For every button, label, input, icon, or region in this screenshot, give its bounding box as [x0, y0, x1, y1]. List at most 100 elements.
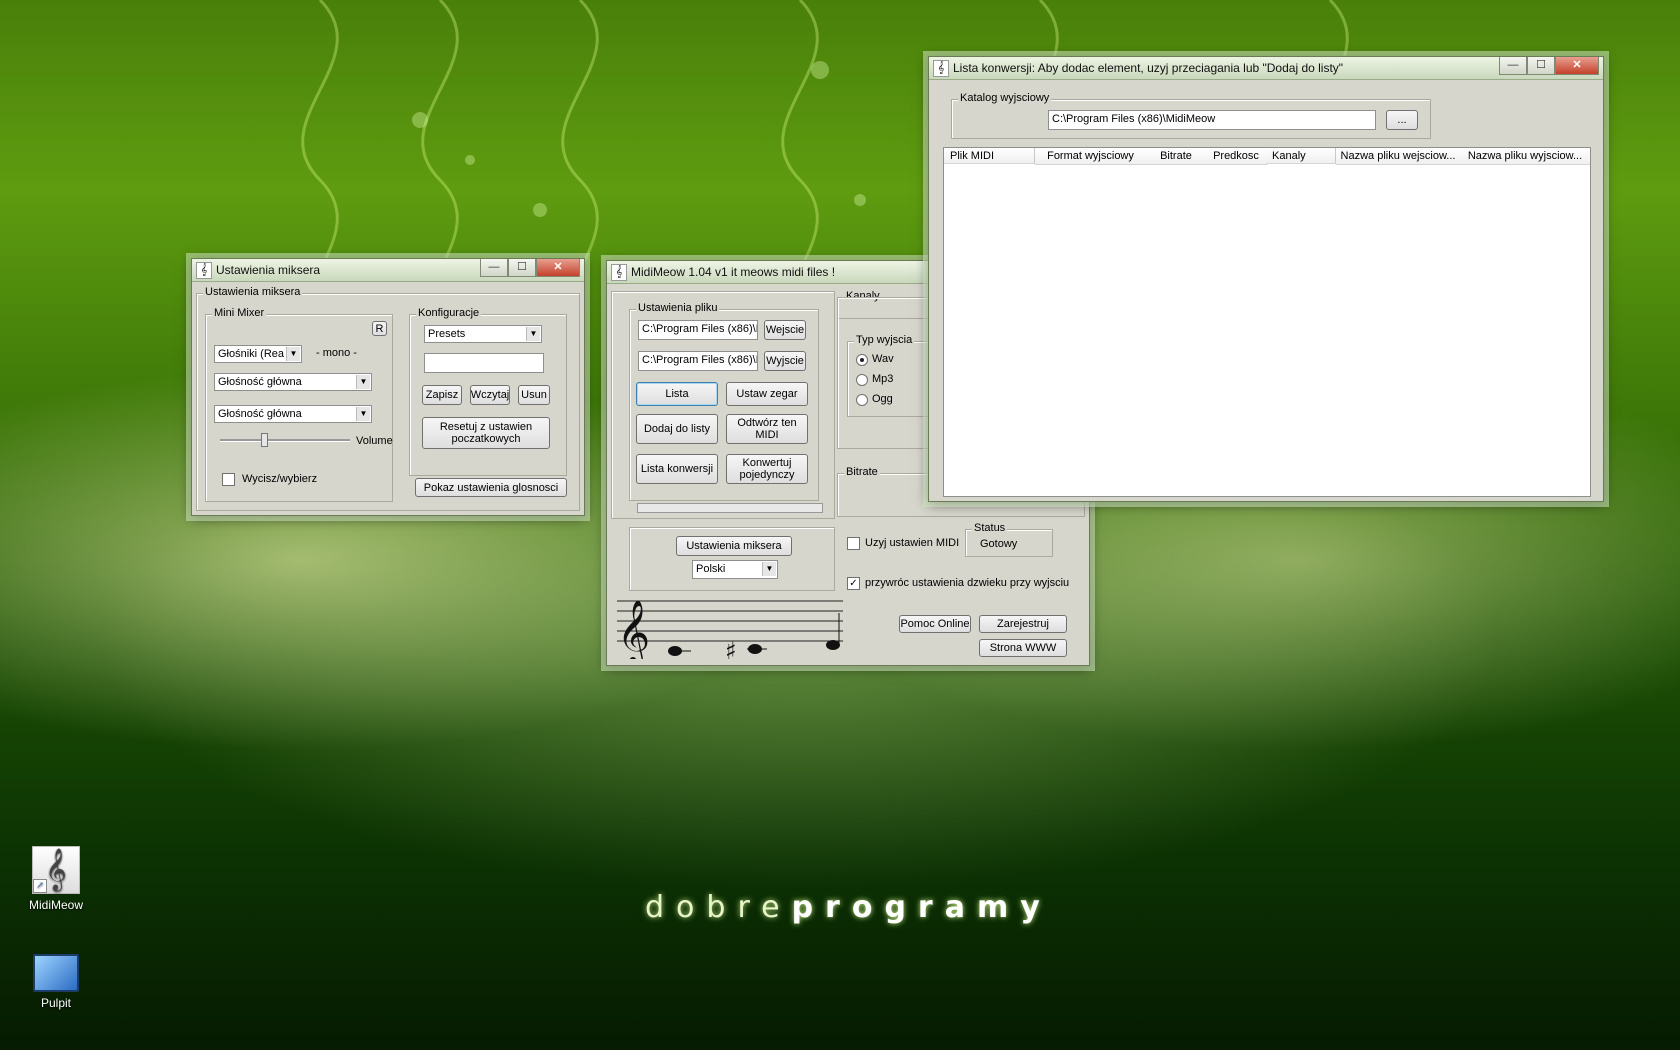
group-label: Mini Mixer: [212, 307, 267, 319]
group-label: Typ wyjscia: [854, 334, 915, 346]
slider-thumb[interactable]: [261, 433, 268, 447]
column-header[interactable]: Kanaly: [1266, 148, 1336, 164]
chevron-down-icon: ▼: [356, 407, 370, 421]
device-value: Głośniki (Rea: [218, 348, 285, 360]
website-button[interactable]: Strona WWW: [979, 639, 1067, 657]
chevron-down-icon: ▼: [762, 562, 776, 576]
mp3-radio[interactable]: [856, 374, 868, 386]
list-button[interactable]: Lista: [636, 382, 718, 406]
progress-bar: [637, 503, 823, 513]
ogg-label: Ogg: [872, 393, 893, 405]
output-type-group: Typ wyjscia Wav Mp3 Ogg: [847, 334, 929, 417]
dobreprogramy-logo: dobreprogramy: [645, 890, 1052, 925]
wav-radio[interactable]: [856, 354, 868, 366]
mixer-window-titlebar[interactable]: 𝄞 Ustawienia miksera — ☐ ✕: [192, 259, 584, 282]
column-header[interactable]: Plik MIDI: [944, 148, 1035, 164]
status-value: Gotowy: [980, 538, 1018, 550]
list-window-titlebar[interactable]: 𝄞 Lista konwersji: Aby dodac element, uz…: [929, 57, 1603, 80]
restore-sound-checkbox[interactable]: ✓: [847, 577, 860, 590]
column-header[interactable]: Bitrate: [1146, 148, 1207, 165]
show-volume-settings-button[interactable]: Pokaz ustawienia glosnosci: [415, 478, 567, 497]
desktop-icon-label: MidiMeow: [28, 898, 83, 912]
shortcut-arrow-icon: ↗: [33, 879, 47, 893]
mixer-settings-group: Ustawienia miksera Mini Mixer R Głośniki…: [196, 286, 580, 511]
desktop-icon-pulpit[interactable]: Pulpit: [16, 954, 96, 1010]
slider-track: [220, 439, 350, 442]
configurations-group: Konfiguracje Presets ▼ Zapisz Wczytaj Us…: [409, 307, 567, 476]
language-value: Polski: [696, 563, 726, 575]
delete-button[interactable]: Usun: [518, 385, 550, 405]
window-title: Ustawienia miksera: [216, 263, 321, 277]
restore-sound-label: przywróc ustawienia dzwieku przy wyjsciu: [865, 577, 1070, 589]
add-to-list-button[interactable]: Dodaj do listy: [636, 414, 718, 444]
reset-defaults-button[interactable]: Resetuj z ustawien poczatkowych: [422, 417, 550, 449]
treble-clef-icon: 𝄞: [611, 264, 627, 281]
window-title: MidiMeow 1.04 v1 it meows midi files !: [631, 265, 836, 279]
volume-slider[interactable]: [220, 433, 350, 447]
reset-r-button[interactable]: R: [372, 321, 387, 336]
mute-checkbox[interactable]: [222, 473, 235, 486]
mixer-window[interactable]: 𝄞 Ustawienia miksera — ☐ ✕ Ustawienia mi…: [191, 258, 585, 516]
svg-text:♯: ♯: [725, 637, 737, 659]
maximize-button[interactable]: ☐: [1527, 57, 1555, 75]
channel2-value: Głośność główna: [218, 408, 302, 420]
treble-clef-icon: 𝄞: [196, 262, 212, 279]
output-directory-group: Katalog wyjsciowy C:\Program Files (x86)…: [951, 92, 1431, 139]
conversion-list-window[interactable]: 𝄞 Lista konwersji: Aby dodac element, uz…: [928, 56, 1604, 502]
mono-label: - mono -: [316, 347, 357, 359]
conversion-list-button[interactable]: Lista konwersji: [636, 454, 718, 484]
column-header[interactable]: Nazwa pliku wyjsciow...: [1460, 148, 1590, 165]
play-midi-button[interactable]: Odtwórz ten MIDI: [726, 414, 808, 444]
desktop-icon-midimeow[interactable]: 𝄞 ↗ MidiMeow: [16, 846, 96, 912]
input-path-field[interactable]: C:\Program Files (x86)\MidiMeow: [638, 320, 758, 340]
ogg-radio[interactable]: [856, 394, 868, 406]
wav-label: Wav: [872, 353, 894, 365]
save-button[interactable]: Zapisz: [422, 385, 462, 405]
channel1-select[interactable]: Głośność główna ▼: [214, 373, 372, 391]
output-directory-field[interactable]: C:\Program Files (x86)\MidiMeow: [1048, 110, 1376, 130]
status-group: Status Gotowy: [965, 522, 1053, 557]
minimize-button[interactable]: —: [480, 259, 508, 277]
close-button[interactable]: ✕: [536, 259, 580, 277]
minimize-button[interactable]: —: [1499, 57, 1527, 75]
window-title: Lista konwersji: Aby dodac element, uzyj…: [953, 61, 1344, 75]
column-header[interactable]: Format wyjsciowy: [1035, 148, 1147, 165]
presets-value: Presets: [428, 328, 466, 340]
device-select[interactable]: Głośniki (Rea ▼: [214, 345, 302, 363]
mp3-label: Mp3: [872, 373, 894, 385]
output-browse-button[interactable]: Wyjscie: [764, 351, 806, 371]
language-select[interactable]: Polski ▼: [692, 560, 778, 579]
output-path-field[interactable]: C:\Program Files (x86)\MidiMeow: [638, 351, 758, 371]
chevron-down-icon: ▼: [526, 327, 540, 341]
channel2-select[interactable]: Głośność główna ▼: [214, 405, 372, 423]
column-header[interactable]: Nazwa pliku wejsciow...: [1336, 148, 1461, 165]
mixer-language-panel: Ustawienia miksera Polski ▼: [629, 527, 835, 591]
register-button[interactable]: Zarejestruj: [979, 615, 1067, 633]
preset-name-input[interactable]: [424, 353, 544, 373]
group-label: Status: [972, 522, 1008, 534]
maximize-button[interactable]: ☐: [508, 259, 536, 277]
mute-label: Wycisz/wybierz: [242, 473, 318, 485]
desktop-icon-label: Pulpit: [40, 996, 72, 1010]
load-button[interactable]: Wczytaj: [470, 385, 510, 405]
help-online-button[interactable]: Pomoc Online: [899, 615, 971, 633]
channel1-value: Głośność główna: [218, 376, 302, 388]
browse-button[interactable]: ...: [1386, 110, 1418, 130]
set-clock-button[interactable]: Ustaw zegar: [726, 382, 808, 406]
presets-select[interactable]: Presets ▼: [424, 325, 542, 343]
conversion-list-table[interactable]: Plik MIDI Format wyjsciowy Bitrate Predk…: [943, 147, 1591, 497]
convert-single-button[interactable]: Konwertuj pojedynczy: [726, 454, 808, 484]
treble-clef-icon: 𝄞: [933, 60, 949, 77]
mixer-settings-button[interactable]: Ustawienia miksera: [676, 536, 792, 556]
treble-clef-icon: 𝄞 ↗: [32, 846, 80, 894]
svg-text:𝄞: 𝄞: [617, 600, 650, 659]
group-label: Konfiguracje: [416, 307, 482, 319]
mini-mixer-group: Mini Mixer R Głośniki (Rea ▼ - mono - Gł…: [205, 307, 393, 502]
close-button[interactable]: ✕: [1555, 57, 1599, 75]
input-browse-button[interactable]: Wejscie: [764, 320, 806, 340]
use-midi-settings-label: Uzyj ustawien MIDI: [865, 537, 960, 549]
group-label: Ustawienia miksera: [203, 286, 303, 298]
chevron-down-icon: ▼: [356, 375, 370, 389]
column-header[interactable]: Predkosc: [1206, 148, 1267, 165]
use-midi-settings-checkbox[interactable]: [847, 537, 860, 550]
